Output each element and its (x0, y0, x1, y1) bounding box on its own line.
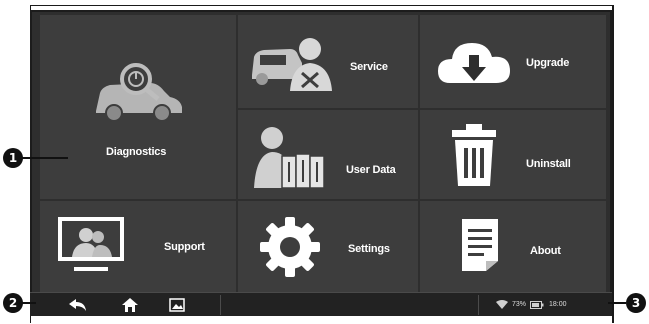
back-icon[interactable] (68, 298, 88, 312)
battery-icon (530, 301, 544, 309)
taskbar: 73% 18:00 (30, 292, 612, 316)
device-frame-right (612, 5, 614, 323)
tile-user-data[interactable]: User Data (238, 110, 418, 199)
callout-3-line (608, 302, 626, 304)
tile-support-label: Support (164, 241, 205, 253)
tile-upgrade-label: Upgrade (526, 57, 570, 69)
callout-2-line (22, 302, 36, 304)
home-icon[interactable] (122, 298, 138, 312)
tile-service-label: Service (350, 61, 388, 73)
battery-percent: 73% (512, 301, 527, 308)
car-technician-icon (252, 38, 332, 91)
tile-diagnostics[interactable]: Diagnostics (40, 15, 236, 199)
recent-apps-icon[interactable] (169, 298, 185, 312)
tile-diagnostics-label: Diagnostics (106, 146, 167, 158)
callout-3: 3 (626, 293, 646, 313)
callout-1-line (22, 157, 68, 159)
tile-support[interactable]: Support (40, 201, 236, 293)
user-files-icon (254, 127, 325, 189)
tile-about-label: About (530, 245, 561, 257)
tile-uninstall[interactable]: Uninstall (420, 110, 606, 199)
document-icon (462, 219, 498, 271)
tile-upgrade[interactable]: Upgrade (420, 15, 606, 108)
cloud-download-icon (438, 43, 510, 83)
tile-settings[interactable]: Settings (238, 201, 418, 293)
tile-about[interactable]: About (420, 201, 606, 293)
tile-user-data-label: User Data (346, 164, 396, 176)
callout-1: 1 (3, 148, 23, 168)
taskbar-separator-right (478, 295, 479, 315)
clock: 18:00 (549, 301, 567, 308)
taskbar-separator-left (220, 295, 221, 315)
device-frame-top (30, 5, 612, 6)
car-search-icon (96, 63, 182, 122)
trash-icon (452, 124, 496, 186)
support-monitor-icon (58, 217, 124, 271)
tile-settings-label: Settings (348, 243, 390, 255)
tile-uninstall-label: Uninstall (526, 158, 571, 170)
gear-icon (260, 217, 320, 277)
callout-2: 2 (3, 293, 23, 313)
tile-service[interactable]: Service (238, 15, 418, 108)
home-screen: Diagnostics Service Upgrade User Data Un… (30, 10, 612, 316)
wifi-icon (496, 300, 508, 309)
